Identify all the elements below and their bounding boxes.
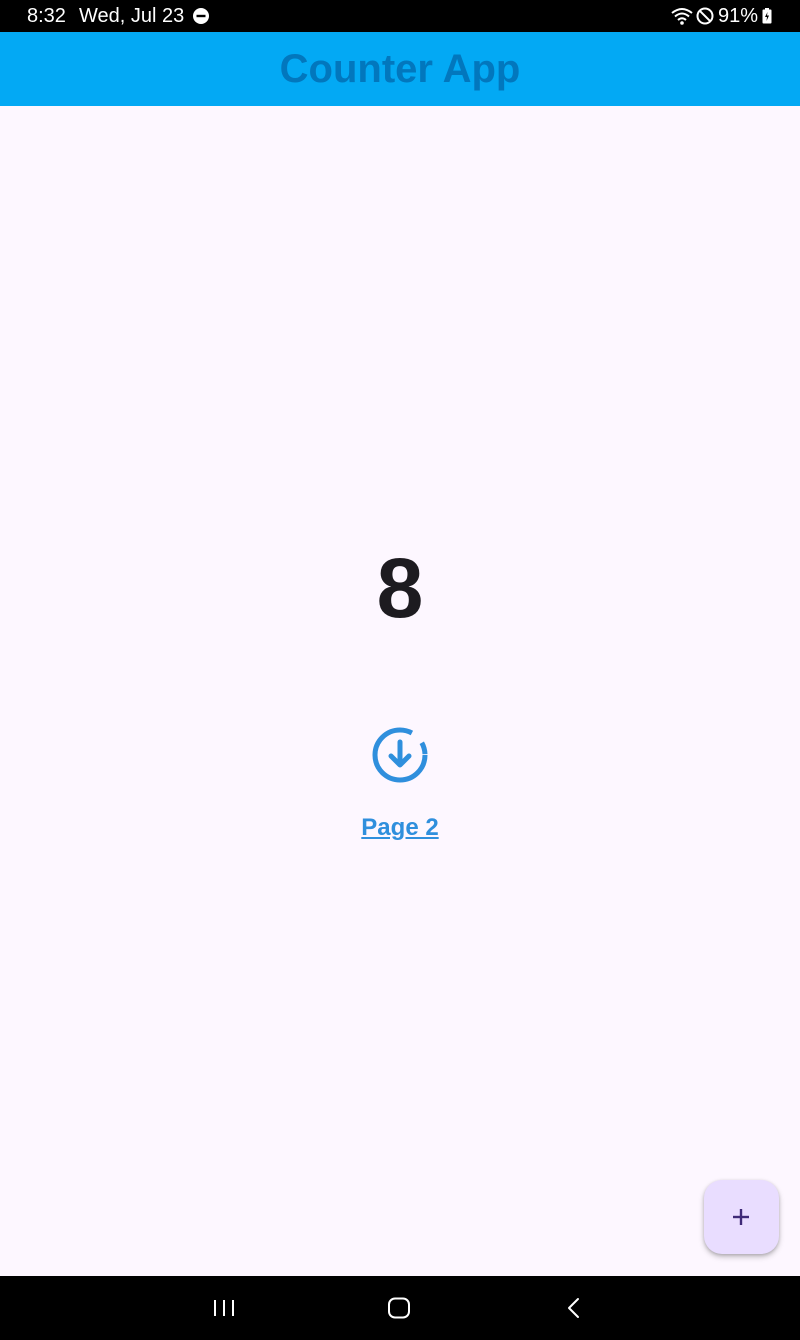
navigation-bar (0, 1276, 800, 1340)
status-bar: 8:32 Wed, Jul 23 91% (0, 0, 800, 32)
counter-value: 8 (376, 541, 424, 635)
home-icon[interactable] (386, 1296, 412, 1320)
status-date: Wed, Jul 23 (79, 5, 185, 27)
battery-icon (762, 8, 772, 24)
screen: 8:32 Wed, Jul 23 91% Counter App 8 Page … (0, 0, 800, 1340)
do-not-disturb-icon (193, 8, 209, 24)
download-circle-icon[interactable] (371, 726, 429, 784)
plus-icon (733, 1209, 749, 1225)
status-time: 8:32 (27, 5, 66, 27)
app-title: Counter App (279, 47, 521, 91)
page-2-link[interactable]: Page 2 (0, 812, 800, 844)
wifi-icon (671, 8, 693, 25)
battery-percentage: 91% (718, 5, 759, 27)
increment-fab-button[interactable] (704, 1180, 779, 1254)
main-content: 8 Page 2 (0, 106, 800, 1276)
app-bar: Counter App (0, 32, 800, 106)
back-icon[interactable] (563, 1296, 585, 1320)
recent-apps-icon[interactable] (210, 1296, 238, 1320)
blocked-icon (696, 7, 714, 25)
